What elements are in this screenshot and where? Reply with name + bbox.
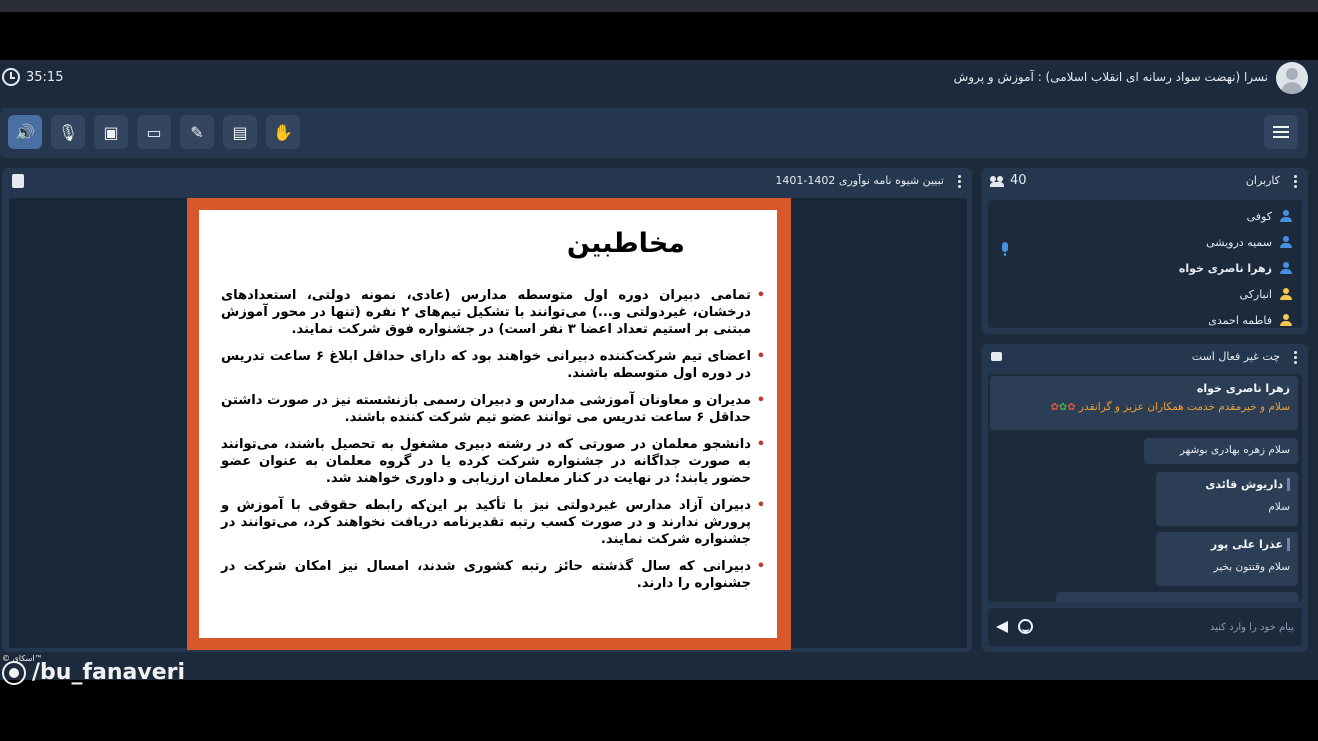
raise-hand-button[interactable]: ✋ bbox=[266, 115, 300, 149]
timer-value: 35:15 bbox=[26, 69, 64, 85]
slide-bullet: اعضای تیم شرکت‌کننده دبیرانی خواهند بود … bbox=[221, 348, 765, 382]
users-panel: 40 کاربران کوفی سمیه درویشی زهرا ناصری خ… bbox=[982, 168, 1308, 334]
clock-icon bbox=[2, 68, 20, 86]
users-title: کاربران bbox=[1245, 174, 1280, 187]
user-avatar[interactable] bbox=[1276, 62, 1308, 94]
user-icon bbox=[1280, 210, 1292, 222]
screen-share-button[interactable]: ▭ bbox=[137, 115, 171, 149]
chat-message-partial bbox=[1056, 592, 1298, 602]
user-icon bbox=[1280, 262, 1292, 274]
files-button[interactable]: ▤ bbox=[223, 115, 257, 149]
film-reel-icon bbox=[2, 660, 26, 685]
presentation-options-icon[interactable] bbox=[958, 175, 962, 189]
user-icon bbox=[1280, 236, 1292, 248]
presentation-panel: تبیین شیوه نامه نوآوری 1402-1401 مخاطبین… bbox=[2, 168, 972, 652]
slide-bullet: دبیران آزاد مدارس غیردولتی نیز با تأکید … bbox=[221, 497, 765, 548]
hand-raise-icon: ✋ bbox=[273, 122, 293, 142]
emoji-icon[interactable] bbox=[1018, 619, 1033, 634]
chat-message: زهرا ناصری خواه سلام و خیرمقدم خدمت همکا… bbox=[990, 376, 1298, 430]
presentation-title: تبیین شیوه نامه نوآوری 1402-1401 bbox=[775, 174, 944, 187]
slide-bullet: دانشجو معلمان در صورتی که در رشته دبیری … bbox=[221, 436, 765, 487]
meeting-header: 35:15 نسرا (نهضت سواد رسانه ای انقلاب اس… bbox=[0, 60, 1318, 98]
main-toolbar: 🔊 🎙 ▣ ▭ ✎ ▤ ✋ bbox=[0, 108, 1308, 158]
user-name: زهرا ناصری خواه bbox=[1178, 261, 1272, 275]
slide-bullet: مدیران و معاونان آموزشی مدارس و دبیران ر… bbox=[221, 392, 765, 426]
message-sender: داریوش قائدی bbox=[1164, 478, 1290, 491]
users-list: کوفی سمیه درویشی زهرا ناصری خواه انبارکی… bbox=[988, 200, 1302, 328]
message-text: سلام bbox=[1268, 501, 1290, 513]
session-timer: 35:15 bbox=[2, 68, 63, 86]
screen-share-icon: ▭ bbox=[146, 122, 162, 142]
speaker-button[interactable]: 🔊 bbox=[8, 115, 42, 149]
file-icon[interactable] bbox=[12, 174, 24, 188]
rose-icon: ✿ bbox=[1058, 402, 1068, 413]
speaker-icon: 🔊 bbox=[15, 122, 35, 142]
user-name: کوفی bbox=[1246, 209, 1272, 223]
user-item[interactable]: کوفی bbox=[1247, 206, 1292, 226]
meeting-app: 35:15 نسرا (نهضت سواد رسانه ای انقلاب اس… bbox=[0, 60, 1318, 680]
user-item[interactable]: زهرا ناصری خواه bbox=[1179, 258, 1292, 278]
chat-title: چت غیر فعال است bbox=[1191, 350, 1280, 363]
watermark-handle: /bu_fanaveri bbox=[32, 660, 186, 685]
briefcase-icon: ▤ bbox=[232, 122, 248, 142]
message-sender: عذرا علی پور bbox=[1164, 538, 1290, 551]
user-icon bbox=[1280, 314, 1292, 326]
watermark: © اسکای™ /bu_fanaveri bbox=[2, 654, 186, 685]
mic-muted-icon: 🎙 bbox=[57, 122, 79, 142]
chat-message: عذرا علی پور سلام وقتتون بخیر bbox=[1156, 532, 1298, 586]
rose-icon: ✿ bbox=[1067, 402, 1076, 413]
hamburger-icon bbox=[1273, 126, 1289, 128]
slide-bullet: تمامی دبیران دوره اول متوسطه مدارس (عادی… bbox=[221, 287, 765, 338]
slide: مخاطبین تمامی دبیران دوره اول متوسطه مدا… bbox=[199, 210, 777, 638]
people-icon bbox=[990, 175, 1004, 187]
chat-input[interactable] bbox=[1064, 618, 1294, 636]
message-text: سلام زهره بهادری بوشهر bbox=[1179, 444, 1290, 456]
whiteboard-button[interactable]: ✎ bbox=[180, 115, 214, 149]
user-count-value: 40 bbox=[1010, 173, 1027, 188]
user-item[interactable]: فاطمه احمدی bbox=[1208, 310, 1292, 330]
rose-icon: ✿ bbox=[1050, 402, 1059, 413]
user-name: سمیه درویشی bbox=[1206, 235, 1272, 249]
slide-bullets: تمامی دبیران دوره اول متوسطه مدارس (عادی… bbox=[221, 287, 765, 592]
user-item[interactable]: انبارکی bbox=[1239, 284, 1292, 304]
chat-panel: چت غیر فعال است زهرا ناصری خواه سلام و خ… bbox=[982, 344, 1308, 652]
chat-header: چت غیر فعال است bbox=[982, 344, 1308, 370]
user-name: فاطمه احمدی bbox=[1208, 313, 1272, 327]
send-icon[interactable] bbox=[996, 621, 1008, 633]
slide-bullet: دبیرانی که سال گذشته حائز رتبه کشوری شدن… bbox=[221, 558, 765, 592]
chat-messages[interactable]: زهرا ناصری خواه سلام و خیرمقدم خدمت همکا… bbox=[988, 374, 1302, 602]
chat-icon bbox=[991, 352, 1002, 361]
chat-message: داریوش قائدی سلام bbox=[1156, 472, 1298, 526]
window-top-strip bbox=[0, 0, 1318, 12]
meeting-title: نسرا (نهضت سواد رسانه ای انقلاب اسلامی) … bbox=[953, 70, 1268, 84]
chat-input-bar bbox=[988, 608, 1302, 646]
mic-button[interactable]: 🎙 bbox=[51, 115, 85, 149]
chat-options-icon[interactable] bbox=[1294, 351, 1298, 365]
mic-active-icon bbox=[1002, 242, 1008, 256]
message-sender: زهرا ناصری خواه bbox=[1196, 382, 1290, 395]
user-item[interactable]: سمیه درویشی bbox=[1206, 232, 1292, 252]
menu-button[interactable] bbox=[1264, 115, 1298, 149]
camera-off-icon: ▣ bbox=[103, 122, 119, 142]
camera-button[interactable]: ▣ bbox=[94, 115, 128, 149]
user-name: انبارکی bbox=[1239, 287, 1272, 301]
users-options-icon[interactable] bbox=[1294, 175, 1298, 189]
presentation-stage: مخاطبین تمامی دبیران دوره اول متوسطه مدا… bbox=[9, 198, 967, 650]
chat-message: سلام زهره بهادری بوشهر bbox=[1144, 438, 1298, 464]
slide-frame: مخاطبین تمامی دبیران دوره اول متوسطه مدا… bbox=[187, 198, 791, 650]
message-text: سلام وقتتون بخیر bbox=[1213, 561, 1290, 573]
slide-heading: مخاطبین bbox=[566, 228, 685, 259]
user-icon bbox=[1280, 288, 1292, 300]
message-text: سلام و خیرمقدم خدمت همکاران عزیز و گرانق… bbox=[1078, 401, 1290, 413]
users-header: 40 کاربران bbox=[982, 168, 1308, 194]
presentation-header: تبیین شیوه نامه نوآوری 1402-1401 bbox=[2, 168, 972, 194]
brush-icon: ✎ bbox=[190, 122, 204, 142]
user-count: 40 bbox=[990, 173, 1027, 188]
